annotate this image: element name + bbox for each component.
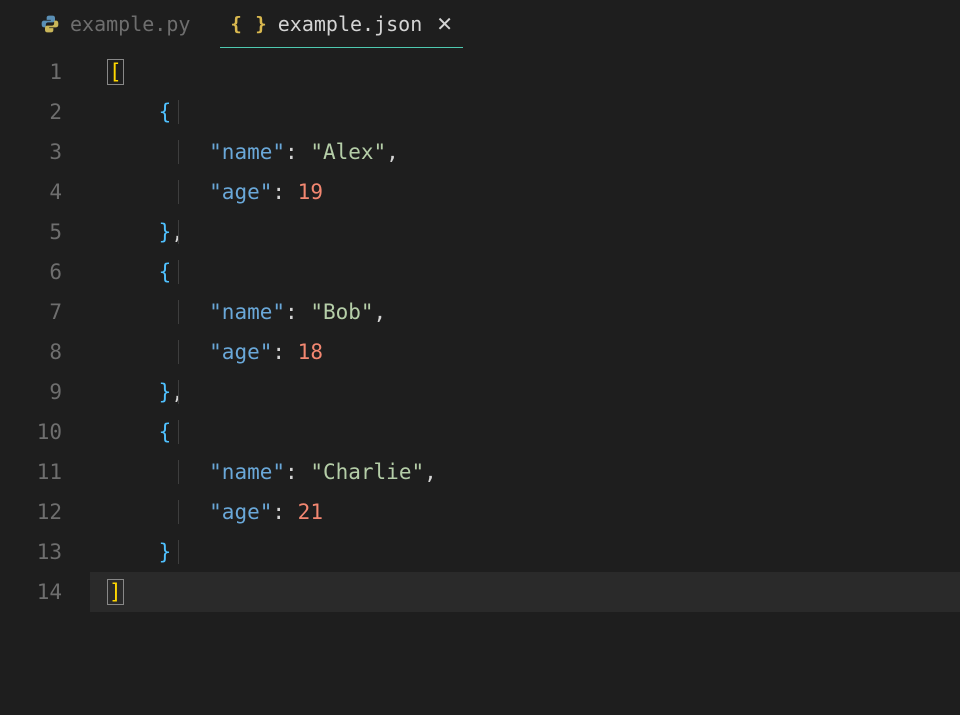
line-number: 9 — [0, 372, 62, 412]
line-number: 8 — [0, 332, 62, 372]
line-number: 12 — [0, 492, 62, 532]
code-content[interactable]: [ { "name": "Alex", "age": 19 }, { "name… — [90, 48, 960, 715]
line-number: 11 — [0, 452, 62, 492]
line-number: 3 — [0, 132, 62, 172]
code-line: "name": "Bob", — [108, 292, 960, 332]
code-line: { — [108, 252, 960, 292]
python-icon — [40, 14, 60, 34]
line-number: 7 — [0, 292, 62, 332]
line-number: 2 — [0, 92, 62, 132]
tab-example-json[interactable]: { } example.json ✕ — [210, 0, 473, 48]
code-line: [ — [108, 52, 960, 92]
code-line: { — [108, 92, 960, 132]
line-number: 10 — [0, 412, 62, 452]
code-line: "age": 18 — [108, 332, 960, 372]
tab-bar: example.py { } example.json ✕ — [0, 0, 960, 48]
close-icon[interactable]: ✕ — [436, 12, 453, 37]
code-line: }, — [108, 372, 960, 412]
code-line: "age": 19 — [108, 172, 960, 212]
json-icon: { } — [230, 13, 267, 35]
tab-label: example.py — [70, 12, 190, 36]
line-number: 13 — [0, 532, 62, 572]
line-number: 6 — [0, 252, 62, 292]
code-line: ] — [90, 572, 960, 612]
code-line: "age": 21 — [108, 492, 960, 532]
line-number: 1 — [0, 52, 62, 92]
line-number: 5 — [0, 212, 62, 252]
code-line: "name": "Alex", — [108, 132, 960, 172]
tab-example-py[interactable]: example.py — [20, 0, 210, 48]
code-line: { — [108, 412, 960, 452]
line-number: 4 — [0, 172, 62, 212]
code-line: }, — [108, 212, 960, 252]
code-line: } — [108, 532, 960, 572]
line-number: 14 — [0, 572, 62, 612]
code-line: "name": "Charlie", — [108, 452, 960, 492]
line-number-gutter: 1 2 3 4 5 6 7 8 9 10 11 12 13 14 — [0, 48, 90, 715]
code-editor[interactable]: 1 2 3 4 5 6 7 8 9 10 11 12 13 14 [ { "na… — [0, 48, 960, 715]
tab-label: example.json — [278, 12, 423, 36]
